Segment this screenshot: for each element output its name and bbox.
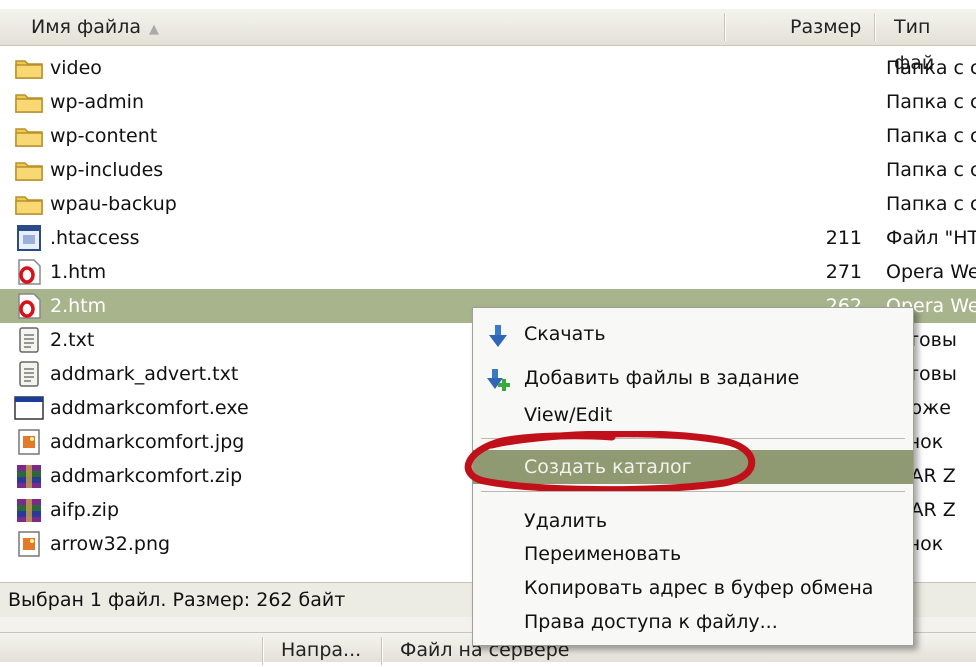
file-type: Файл "HT — [886, 227, 976, 249]
file-size: 271 — [825, 261, 862, 283]
column-divider[interactable] — [874, 13, 876, 41]
menu-item-copy-url-label: Копировать адрес в буфер обмена — [524, 577, 874, 599]
folder-icon — [14, 122, 44, 150]
menu-item-rename-label: Переименовать — [524, 543, 682, 565]
file-row[interactable]: 1.htm 271 Opera We — [0, 255, 976, 289]
menu-item-file-permissions[interactable]: Права доступа к файлу... — [473, 605, 913, 639]
file-row[interactable]: wp-content Папка с с — [0, 119, 976, 153]
column-header-name-label: Имя файла — [31, 16, 142, 38]
menu-item-delete-label: Удалить — [524, 510, 608, 532]
file-row[interactable]: .htaccess 211 Файл "HT — [0, 221, 976, 255]
file-name: addmarkcomfort.exe — [50, 397, 249, 419]
file-name: arrow32.png — [50, 533, 171, 555]
menu-item-download[interactable]: Скачать — [473, 317, 913, 351]
file-type: Папка с с — [886, 57, 976, 79]
file-type: Opera We — [886, 261, 976, 283]
file-name: addmarkcomfort.jpg — [50, 431, 245, 453]
file-type: Папка с с — [886, 125, 976, 147]
file-size: 211 — [825, 227, 862, 249]
file-name: wpau-backup — [50, 193, 177, 215]
exe-file-icon — [14, 394, 44, 422]
column-header-type[interactable]: Тип фай — [894, 9, 976, 74]
opera-file-icon — [14, 258, 44, 286]
menu-item-create-folder[interactable]: Создать каталог — [473, 450, 913, 484]
config-file-icon — [14, 224, 44, 252]
column-header-size-label: Размер — [790, 16, 862, 38]
column-header-size[interactable]: Размер — [790, 9, 861, 45]
column-header-name[interactable]: Имя файла ▲ — [31, 9, 159, 45]
menu-item-copy-url[interactable]: Копировать адрес в буфер обмена — [473, 571, 913, 605]
menu-item-rename[interactable]: Переименовать — [473, 537, 913, 571]
archive-file-icon — [14, 462, 44, 490]
file-type: Папка с с — [886, 193, 976, 215]
download-arrow-icon — [489, 325, 507, 347]
menu-item-view-edit[interactable]: View/Edit — [473, 398, 913, 432]
opera-file-icon — [14, 292, 44, 320]
file-name: 2.htm — [50, 295, 107, 317]
image-file-icon — [14, 428, 44, 456]
file-row[interactable]: wp-includes Папка с с — [0, 153, 976, 187]
file-name: video — [50, 57, 102, 79]
folder-icon — [14, 88, 44, 116]
file-row[interactable]: video Папка с с — [0, 51, 976, 85]
file-name: wp-includes — [50, 159, 164, 181]
text-file-icon — [14, 326, 44, 354]
folder-icon — [14, 54, 44, 82]
file-name: .htaccess — [50, 227, 140, 249]
file-type: Папка с с — [886, 91, 976, 113]
archive-file-icon — [14, 496, 44, 524]
menu-item-download-label: Скачать — [524, 323, 606, 345]
text-file-icon — [14, 360, 44, 388]
menu-item-delete[interactable]: Удалить — [473, 504, 913, 538]
image-file-icon — [14, 530, 44, 558]
sort-ascending-icon: ▲ — [149, 22, 160, 37]
file-type: Папка с с — [886, 159, 976, 181]
file-row[interactable]: wp-admin Папка с с — [0, 85, 976, 119]
menu-separator — [481, 491, 905, 492]
menu-item-create-folder-label: Создать каталог — [524, 456, 692, 478]
column-divider[interactable] — [724, 13, 726, 41]
file-name: addmark_advert.txt — [50, 363, 239, 385]
status-text: Выбран 1 файл. Размер: 262 байт — [8, 589, 346, 611]
file-list-header: Имя файла ▲ Размер Тип фай — [0, 9, 976, 74]
column-header-direction-label: Напра... — [281, 639, 362, 661]
menu-item-view-edit-label: View/Edit — [524, 404, 613, 426]
menu-separator — [481, 438, 905, 439]
context-menu: Скачать Добавить файлы в задание View/Ed… — [472, 307, 914, 646]
folder-icon — [14, 156, 44, 184]
file-name: wp-content — [50, 125, 158, 147]
folder-icon — [14, 190, 44, 218]
file-row[interactable]: wpau-backup Папка с с — [0, 187, 976, 221]
add-to-queue-icon — [487, 369, 510, 391]
file-name: aifp.zip — [50, 499, 120, 521]
menu-item-file-permissions-label: Права доступа к файлу... — [524, 611, 778, 633]
menu-item-add-to-queue-label: Добавить файлы в задание — [524, 367, 800, 389]
column-header-direction[interactable]: Напра... — [281, 633, 361, 667]
file-name: addmarkcomfort.zip — [50, 465, 243, 487]
file-name: 1.htm — [50, 261, 107, 283]
file-name: wp-admin — [50, 91, 144, 113]
file-name: 2.txt — [50, 329, 95, 351]
menu-item-add-to-queue[interactable]: Добавить файлы в задание — [473, 361, 913, 395]
